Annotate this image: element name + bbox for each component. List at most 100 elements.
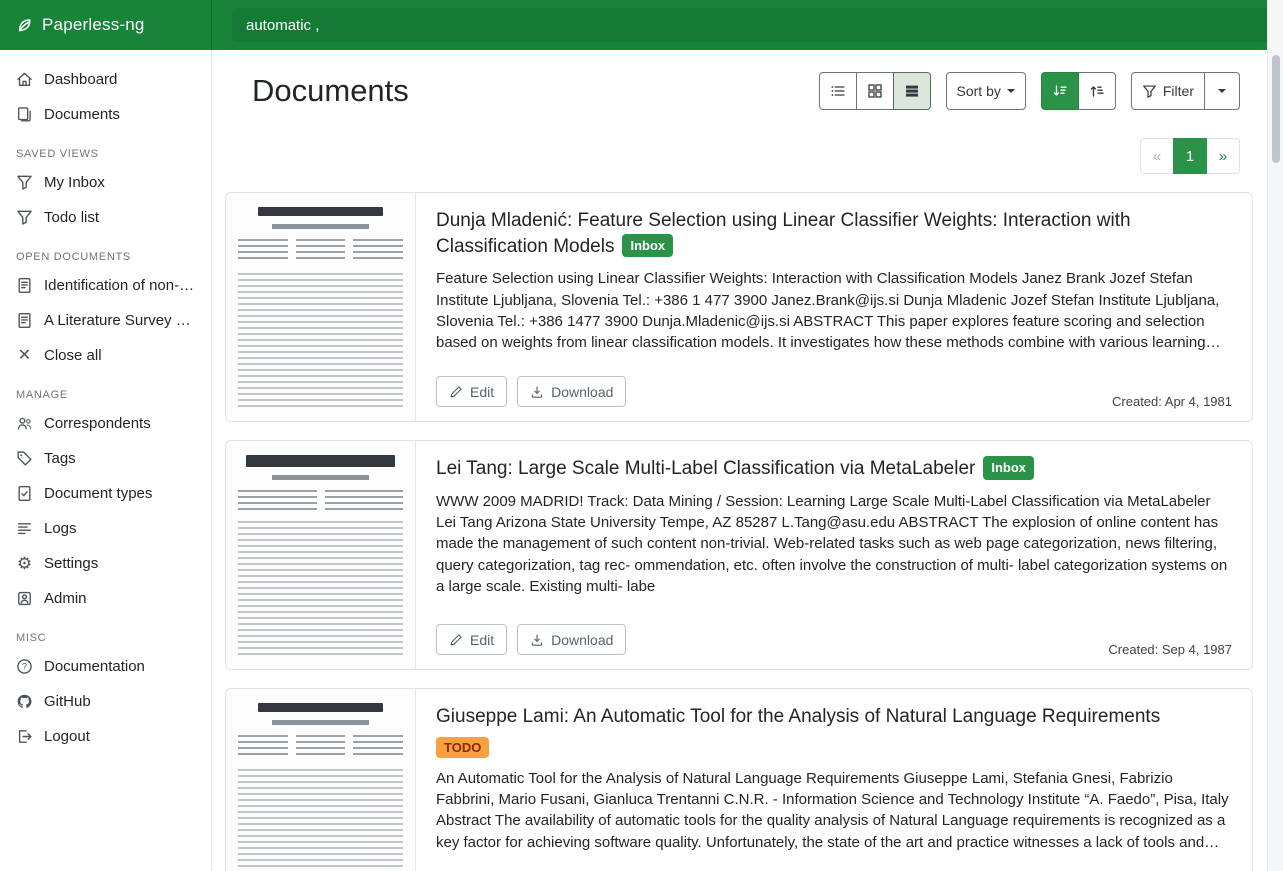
thumbnail-title-line [258, 207, 383, 216]
sort-by-dropdown[interactable]: Sort by [946, 72, 1026, 110]
person-badge-icon [16, 590, 33, 607]
gear-icon: ⚙ [16, 555, 33, 572]
sidebar-item-github[interactable]: GitHub [0, 684, 211, 719]
download-button[interactable]: Download [517, 376, 626, 407]
document-thumbnail[interactable] [226, 689, 416, 871]
sidebar-item-tags[interactable]: Tags [0, 441, 211, 476]
sidebar-item-document-types[interactable]: Document types [0, 476, 211, 511]
document-excerpt: WWW 2009 MADRID! Track: Data Mining / Se… [436, 491, 1232, 597]
edit-button[interactable]: Edit [436, 376, 507, 407]
sort-direction-group [1041, 72, 1116, 110]
vertical-scrollbar[interactable] [1267, 0, 1283, 871]
house-icon [16, 71, 33, 88]
top-bar: Paperless-ng [0, 0, 1283, 50]
sidebar-section-misc: MISC [0, 616, 211, 649]
sidebar-item-documents[interactable]: Documents [0, 97, 211, 132]
thumbnail-subtitle-line [272, 720, 369, 725]
file-text-icon [16, 312, 33, 329]
edit-button[interactable]: Edit [436, 624, 507, 655]
app-logo[interactable]: Paperless-ng [0, 0, 212, 50]
funnel-icon [16, 174, 33, 191]
sidebar-item-label: Settings [44, 555, 98, 572]
scrollbar-thumb[interactable] [1272, 55, 1280, 163]
filter-label: Filter [1163, 83, 1194, 99]
sidebar-item-todo-list[interactable]: Todo list [0, 200, 211, 235]
sidebar-item-label: My Inbox [44, 174, 105, 191]
thumbnail-subtitle-line [272, 224, 369, 229]
documents-list: Dunja Mladenić: Feature Selection using … [212, 174, 1283, 871]
sidebar-item-close-all[interactable]: ✕ Close all [0, 338, 211, 373]
thumbnail-text-lines [238, 273, 403, 411]
filter-dropdown-toggle[interactable] [1204, 72, 1240, 110]
question-circle-icon: ? [16, 658, 33, 675]
file-text-icon [16, 277, 33, 294]
sidebar-item-label: Correspondents [44, 415, 151, 432]
sidebar-item-label: Admin [44, 590, 87, 607]
document-thumbnail[interactable] [226, 193, 416, 421]
sidebar-item-label: Dashboard [44, 71, 117, 88]
view-list-button[interactable] [819, 72, 857, 110]
tag-badge-inbox[interactable]: Inbox [622, 234, 673, 258]
pagination-next-button[interactable]: » [1206, 138, 1240, 174]
pencil-icon [449, 385, 463, 399]
download-button[interactable]: Download [517, 624, 626, 655]
document-title[interactable]: Giuseppe Lami: An Automatic Tool for the… [436, 704, 1232, 730]
search-bar [212, 0, 1283, 50]
document-thumbnail[interactable] [226, 441, 416, 669]
app-title: Paperless-ng [42, 15, 145, 35]
sidebar-item-settings[interactable]: ⚙ Settings [0, 546, 211, 581]
page-title: Documents [252, 73, 409, 109]
sidebar-item-my-inbox[interactable]: My Inbox [0, 165, 211, 200]
filter-group: Filter [1131, 72, 1240, 110]
sidebar-item-dashboard[interactable]: Dashboard [0, 62, 211, 97]
github-icon [16, 693, 33, 710]
pencil-icon [449, 633, 463, 647]
pagination: « 1 » [212, 110, 1283, 174]
sidebar-item-label: Identification of non-fu... [44, 277, 195, 294]
created-date: Created: Apr 4, 1981 [1112, 394, 1232, 409]
tag-badge-inbox[interactable]: Inbox [983, 456, 1034, 480]
thumbnail-text-lines [238, 521, 403, 659]
files-icon [16, 106, 33, 123]
created-date: Created: Sep 4, 1987 [1108, 642, 1232, 657]
sidebar-item-label: Logs [44, 520, 77, 537]
tag-badge-todo[interactable]: TODO [436, 737, 489, 758]
card-actions: Edit Download [436, 860, 1232, 871]
pagination-prev-button[interactable]: « [1140, 138, 1174, 174]
sidebar: Dashboard Documents SAVED VIEWS My Inbox… [0, 50, 212, 871]
sidebar-item-label: Close all [44, 347, 102, 364]
documents-toolbar: Sort by [819, 72, 1240, 110]
file-check-icon [16, 485, 33, 502]
sidebar-item-label: GitHub [44, 693, 91, 710]
tag-icon [16, 450, 33, 467]
chevron-down-icon [1007, 89, 1015, 97]
sort-ascending-button[interactable] [1078, 72, 1116, 110]
sidebar-item-admin[interactable]: Admin [0, 581, 211, 616]
document-title[interactable]: Lei Tang: Large Scale Multi-Label Classi… [436, 456, 1232, 482]
search-input[interactable] [232, 8, 1269, 42]
sidebar-item-open-document-1[interactable]: Identification of non-fu... [0, 268, 211, 303]
close-icon: ✕ [16, 348, 33, 364]
paperless-logo-icon [16, 17, 33, 34]
document-card: Dunja Mladenić: Feature Selection using … [225, 192, 1253, 422]
sidebar-item-correspondents[interactable]: Correspondents [0, 406, 211, 441]
sidebar-item-open-document-2[interactable]: A Literature Survey on ... [0, 303, 211, 338]
view-details-button[interactable] [893, 72, 931, 110]
sidebar-item-logout[interactable]: Logout [0, 719, 211, 754]
document-title[interactable]: Dunja Mladenić: Feature Selection using … [436, 208, 1232, 259]
list-lines-icon [16, 520, 33, 537]
pagination-page-1-button[interactable]: 1 [1173, 138, 1207, 174]
filter-button[interactable]: Filter [1131, 72, 1205, 110]
sidebar-item-label: Document types [44, 485, 152, 502]
sort-by-label: Sort by [957, 83, 1001, 99]
sidebar-item-label: Tags [44, 450, 76, 467]
document-card: Lei Tang: Large Scale Multi-Label Classi… [225, 440, 1253, 670]
document-excerpt: An Automatic Tool for the Analysis of Na… [436, 768, 1232, 853]
sort-descending-button[interactable] [1041, 72, 1079, 110]
sidebar-item-documentation[interactable]: ? Documentation [0, 649, 211, 684]
main-content: Documents [212, 50, 1283, 871]
download-icon [530, 633, 544, 647]
sidebar-item-logs[interactable]: Logs [0, 511, 211, 546]
view-grid-button[interactable] [856, 72, 894, 110]
thumbnail-text-lines [238, 769, 403, 871]
